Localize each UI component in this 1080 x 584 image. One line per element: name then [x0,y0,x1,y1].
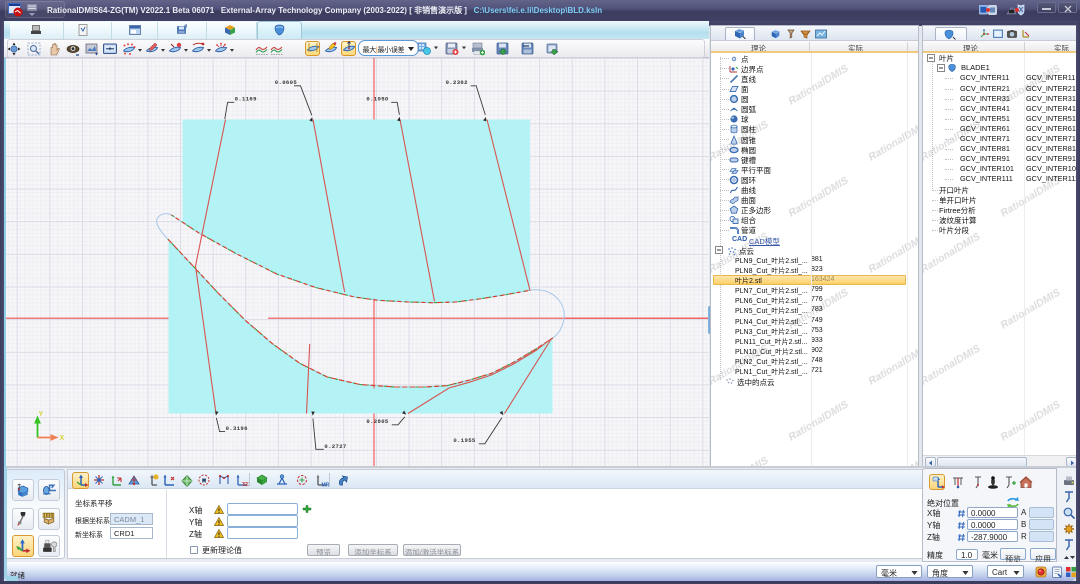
svg-text:RationalDMIS: RationalDMIS [711,454,771,466]
svg-text:M: M [202,478,206,484]
svg-text:0.0605: 0.0605 [275,79,298,86]
svg-text:RationalDMIS: RationalDMIS [998,398,1062,443]
svg-text:0.2727: 0.2727 [324,443,346,450]
svg-text:RationalDMIS: RationalDMIS [923,230,983,275]
svg-text:0.2362: 0.2362 [446,79,469,86]
svg-text:0.1169: 0.1169 [235,95,258,102]
svg-text:RationalDMIS: RationalDMIS [786,398,850,443]
svg-text:0.2805: 0.2805 [366,418,389,425]
svg-text:0.3196: 0.3196 [226,425,249,432]
svg-text:0.1955: 0.1955 [453,437,476,444]
svg-text:RationalDMIS: RationalDMIS [866,454,918,466]
svg-text:RationalDMIS: RationalDMIS [998,286,1062,331]
svg-text:0.1050: 0.1050 [366,95,389,102]
svg-text:RationalDMIS: RationalDMIS [923,342,983,387]
svg-text:X: X [60,435,65,442]
svg-text:Y: Y [39,411,44,418]
